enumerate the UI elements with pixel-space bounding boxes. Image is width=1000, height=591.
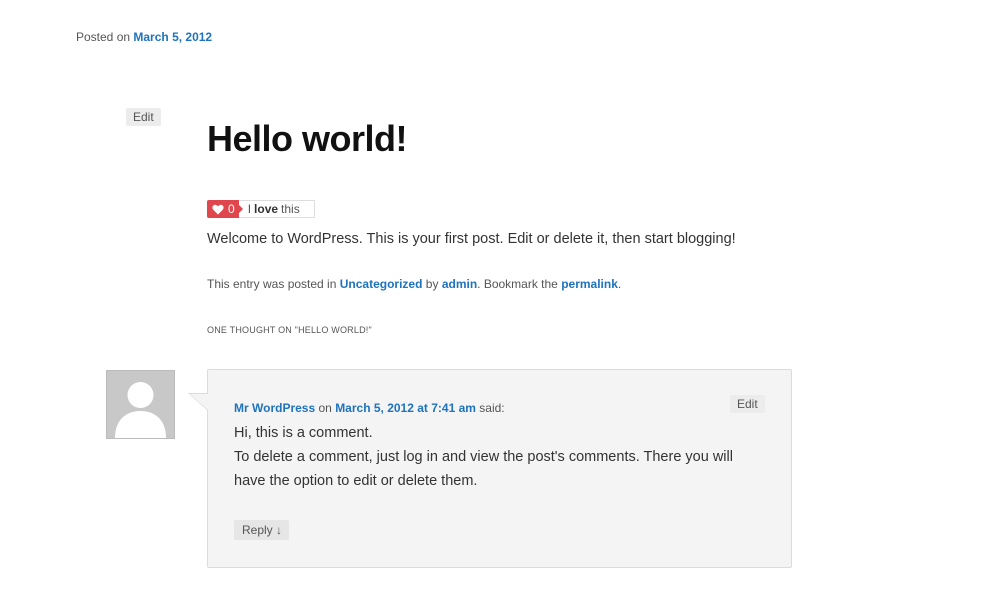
love-count-badge: 0 [207,200,243,218]
love-label: I love this [238,200,315,218]
comments-heading: One thought on "Hello world!" [207,325,372,335]
posted-on-label: Posted on [76,30,131,44]
post-edit-button[interactable]: Edit [126,108,161,126]
entry-meta: This entry was posted in Uncategorized b… [207,277,622,291]
author-link[interactable]: admin [442,277,477,291]
post-date-link[interactable]: March 5, 2012 [133,30,212,44]
love-count: 0 [228,202,235,216]
posted-on: Posted on March 5, 2012 [76,30,212,44]
avatar [106,370,175,439]
comment-text: Hi, this is a comment. To delete a comme… [234,425,733,489]
heart-icon [212,204,224,214]
comment-edit-button[interactable]: Edit [730,395,765,413]
post-content: Welcome to WordPress. This is your first… [207,231,736,247]
comment-meta: Mr WordPress on March 5, 2012 at 7:41 am… [234,401,505,415]
comment-pointer-fill [190,394,208,410]
comment: Mr WordPress on March 5, 2012 at 7:41 am… [207,369,792,568]
love-button[interactable]: 0 I love this [207,200,315,218]
post-title: Hello world! [207,118,408,159]
category-link[interactable]: Uncategorized [340,277,423,291]
reply-button[interactable]: Reply ↓ [234,520,290,540]
comment-author-link[interactable]: Mr WordPress [234,401,315,415]
permalink-link[interactable]: permalink [561,277,618,291]
comment-date-link[interactable]: March 5, 2012 at 7:41 am [335,401,476,415]
user-silhouette-icon [107,371,174,438]
